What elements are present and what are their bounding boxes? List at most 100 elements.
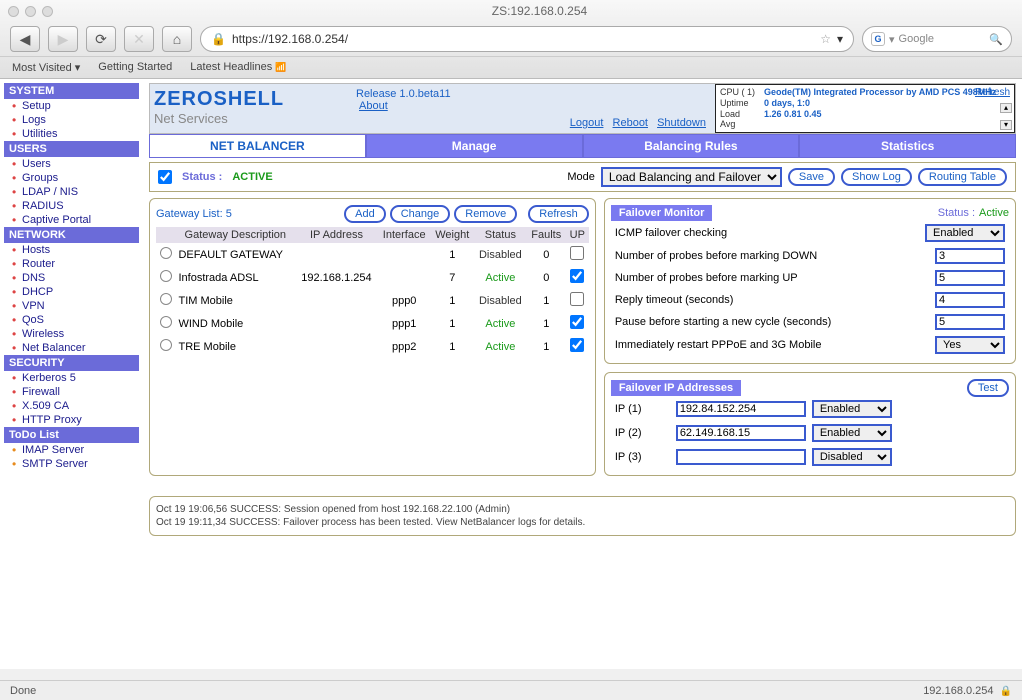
timeout-input[interactable] xyxy=(935,292,1005,308)
about-link[interactable]: About xyxy=(359,100,706,112)
table-row[interactable]: TRE Mobileppp21Active1 xyxy=(156,335,589,358)
zoom-dot[interactable] xyxy=(42,6,53,17)
table-row[interactable]: DEFAULT GATEWAY1Disabled0 xyxy=(156,243,589,266)
sidebar-item[interactable]: Groups xyxy=(4,171,139,185)
logout-link[interactable]: Logout xyxy=(570,117,604,129)
url-dropdown-icon[interactable]: ▾ xyxy=(837,32,843,46)
tab[interactable]: Manage xyxy=(366,134,583,158)
probes-down-input[interactable] xyxy=(935,248,1005,264)
sidebar-item[interactable]: HTTP Proxy xyxy=(4,413,139,427)
table-header: Gateway Description xyxy=(175,227,295,243)
sidebar-item[interactable]: DNS xyxy=(4,271,139,285)
sidebar-item[interactable]: Setup xyxy=(4,99,139,113)
minimize-dot[interactable] xyxy=(25,6,36,17)
test-button[interactable]: Test xyxy=(967,379,1009,397)
ip-input[interactable] xyxy=(676,425,806,441)
sidebar-header: ToDo List xyxy=(4,427,139,443)
routing-table-button[interactable]: Routing Table xyxy=(918,168,1007,186)
home-button[interactable]: ⌂ xyxy=(162,26,192,52)
close-dot[interactable] xyxy=(8,6,19,17)
sidebar-item[interactable]: Users xyxy=(4,157,139,171)
reload-button[interactable]: ⟳ xyxy=(86,26,116,52)
save-button[interactable]: Save xyxy=(788,168,835,186)
sidebar-item[interactable]: LDAP / NIS xyxy=(4,185,139,199)
sidebar-item[interactable]: Net Balancer xyxy=(4,341,139,355)
probes-up-input[interactable] xyxy=(935,270,1005,286)
ip-row: IP (1)Enabled xyxy=(611,397,1009,421)
sidebar-item[interactable]: QoS xyxy=(4,313,139,327)
sidebar-item[interactable]: DHCP xyxy=(4,285,139,299)
google-icon: G xyxy=(871,32,885,46)
sidebar-item[interactable]: Router xyxy=(4,257,139,271)
failover-title: Failover Monitor xyxy=(611,205,713,221)
gateway-table: Gateway DescriptionIP AddressInterfaceWe… xyxy=(156,227,589,358)
sidebar-item[interactable]: RADIUS xyxy=(4,199,139,213)
gw-change-button[interactable]: Change xyxy=(390,205,451,223)
gw-up-checkbox[interactable] xyxy=(570,292,584,306)
gw-up-checkbox[interactable] xyxy=(570,246,584,260)
bookmark-star-icon[interactable]: ☆ xyxy=(820,32,831,46)
tab[interactable]: Balancing Rules xyxy=(583,134,800,158)
reboot-link[interactable]: Reboot xyxy=(613,117,648,129)
statusbar: Done 192.168.0.254 xyxy=(0,680,1022,700)
gw-refresh-button[interactable]: Refresh xyxy=(528,205,589,223)
table-row[interactable]: TIM Mobileppp01Disabled1 xyxy=(156,289,589,312)
status-checkbox[interactable] xyxy=(158,170,172,184)
sidebar-item[interactable]: SMTP Server xyxy=(4,457,139,471)
sidebar-item[interactable]: Wireless xyxy=(4,327,139,341)
row-radio[interactable] xyxy=(160,339,172,351)
sidebar-item[interactable]: Captive Portal xyxy=(4,213,139,227)
bookmark-most-visited[interactable]: Most Visited ▾ xyxy=(12,61,80,74)
ip-state-select[interactable]: Disabled xyxy=(812,448,892,466)
pause-input[interactable] xyxy=(935,314,1005,330)
gw-remove-button[interactable]: Remove xyxy=(454,205,517,223)
bookmark-latest-headlines[interactable]: Latest Headlines xyxy=(190,61,286,74)
gw-up-checkbox[interactable] xyxy=(570,269,584,283)
gw-up-checkbox[interactable] xyxy=(570,338,584,352)
stop-button[interactable]: ✕ xyxy=(124,26,154,52)
table-row[interactable]: Infostrada ADSL192.168.1.2547Active0 xyxy=(156,266,589,289)
forward-button[interactable]: ▶ xyxy=(48,26,78,52)
tab[interactable]: NET BALANCER xyxy=(149,134,366,158)
window-controls[interactable] xyxy=(8,6,53,17)
back-button[interactable]: ◀ xyxy=(10,26,40,52)
url-bar[interactable]: 🔒 https://192.168.0.254/ ☆ ▾ xyxy=(200,26,854,52)
sidebar-item[interactable]: IMAP Server xyxy=(4,443,139,457)
sidebar-item[interactable]: X.509 CA xyxy=(4,399,139,413)
search-placeholder: Google xyxy=(899,33,934,45)
url-text: https://192.168.0.254/ xyxy=(232,32,348,46)
row-radio[interactable] xyxy=(160,293,172,305)
row-radio[interactable] xyxy=(160,270,172,282)
row-radio[interactable] xyxy=(160,316,172,328)
sidebar-item[interactable]: Firewall xyxy=(4,385,139,399)
cpu-refresh-link[interactable]: Refresh xyxy=(975,87,1010,99)
scroll-down-icon[interactable]: ▾ xyxy=(1000,120,1012,130)
search-icon[interactable]: 🔍 xyxy=(989,33,1003,46)
ip-input[interactable] xyxy=(676,449,806,465)
sidebar-item[interactable]: VPN xyxy=(4,299,139,313)
gw-up-checkbox[interactable] xyxy=(570,315,584,329)
sidebar-item[interactable]: Utilities xyxy=(4,127,139,141)
showlog-button[interactable]: Show Log xyxy=(841,168,912,186)
mode-select[interactable]: Load Balancing and Failover xyxy=(601,167,782,187)
row-radio[interactable] xyxy=(160,247,172,259)
table-row[interactable]: WIND Mobileppp11Active1 xyxy=(156,312,589,335)
search-dropdown-icon[interactable]: ▾ xyxy=(889,33,895,46)
ip-input[interactable] xyxy=(676,401,806,417)
shutdown-link[interactable]: Shutdown xyxy=(657,117,706,129)
sidebar-item[interactable]: Kerberos 5 xyxy=(4,371,139,385)
gw-iface: ppp1 xyxy=(378,312,431,335)
ip-state-select[interactable]: Enabled xyxy=(812,400,892,418)
scroll-up-icon[interactable]: ▴ xyxy=(1000,103,1012,113)
ip-state-select[interactable]: Enabled xyxy=(812,424,892,442)
bookmark-getting-started[interactable]: Getting Started xyxy=(98,61,172,74)
gw-add-button[interactable]: Add xyxy=(344,205,386,223)
sidebar-item[interactable]: Hosts xyxy=(4,243,139,257)
sidebar-header: USERS xyxy=(4,141,139,157)
restart-select[interactable]: Yes xyxy=(935,336,1005,354)
tab[interactable]: Statistics xyxy=(799,134,1016,158)
search-bar[interactable]: G ▾ Google 🔍 xyxy=(862,26,1012,52)
table-header: Interface xyxy=(378,227,431,243)
sidebar-item[interactable]: Logs xyxy=(4,113,139,127)
icmp-select[interactable]: Enabled xyxy=(925,224,1005,242)
